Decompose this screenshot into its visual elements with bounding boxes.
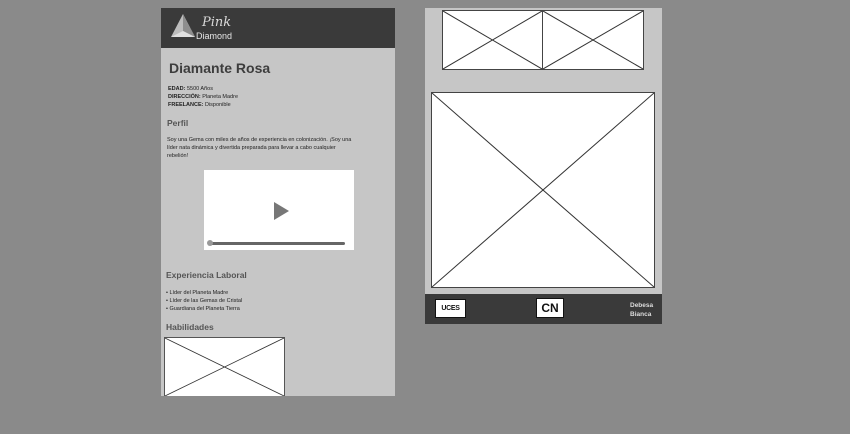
footer: UCES CN Debesa Bianca <box>425 294 662 324</box>
list-item: • Guardiana del Planeta Tierra <box>166 306 240 312</box>
image-placeholder-icon <box>165 338 284 396</box>
section-title-skills: Habilidades <box>166 322 214 332</box>
info-freelance-label: FREELANCE: <box>168 102 204 108</box>
info-freelance: FREELANCE: Disponible <box>168 101 238 109</box>
card-header: Pink Diamond <box>161 8 395 48</box>
experience-list: • Líder del Planeta Madre • Líder de las… <box>166 289 242 313</box>
info-freelance-value: Disponible <box>204 102 231 108</box>
skills-image-placeholder <box>164 337 285 396</box>
info-age-label: EDAD: <box>168 86 186 92</box>
logo-script-text: Pink <box>202 15 232 30</box>
video-progress-bar[interactable] <box>209 242 345 245</box>
info-age-value: 5500 Años <box>186 86 213 92</box>
play-icon[interactable] <box>274 202 289 220</box>
section-title-profile: Perfil <box>167 118 189 128</box>
profile-name: Diamante Rosa <box>169 60 271 76</box>
section-title-experience: Experiencia Laboral <box>166 270 247 280</box>
gallery-image-main[interactable] <box>431 92 655 288</box>
video-progress-knob[interactable] <box>207 240 213 246</box>
author-line-2: Bianca <box>630 311 652 318</box>
image-placeholder-icon <box>443 11 542 69</box>
gallery-image-2[interactable] <box>542 10 644 70</box>
logo-name-text: Diamond <box>196 31 233 41</box>
video-player[interactable] <box>204 170 354 250</box>
profile-card: Pink Diamond Diamante Rosa EDAD: 5500 Añ… <box>161 8 395 396</box>
info-address-label: DIRECCIÓN: <box>168 94 201 100</box>
info-age: EDAD: 5500 Años <box>168 85 238 93</box>
list-item: • Líder del Planeta Madre <box>166 290 229 296</box>
profile-description: Soy una Gema con miles de años de experi… <box>167 137 352 159</box>
image-placeholder-icon <box>432 93 654 287</box>
cartoon-network-logo[interactable]: CN <box>536 298 564 318</box>
profile-info: EDAD: 5500 Años DIRECCIÓN: Planeta Madre… <box>168 85 238 109</box>
info-address-value: Planeta Madre <box>202 94 239 100</box>
gallery-image-1[interactable] <box>442 10 543 70</box>
diamond-icon <box>171 14 195 37</box>
image-placeholder-icon <box>543 11 643 69</box>
uces-logo[interactable]: UCES <box>435 299 466 318</box>
list-item: • Líder de las Gemas de Cristal <box>166 298 243 304</box>
author-name: Debesa Bianca <box>630 301 653 319</box>
gallery-panel: UCES CN Debesa Bianca <box>425 8 662 324</box>
info-address: DIRECCIÓN: Planeta Madre <box>168 93 238 101</box>
author-line-1: Debesa <box>630 302 654 309</box>
pink-diamond-logo[interactable]: Pink Diamond <box>170 13 240 43</box>
